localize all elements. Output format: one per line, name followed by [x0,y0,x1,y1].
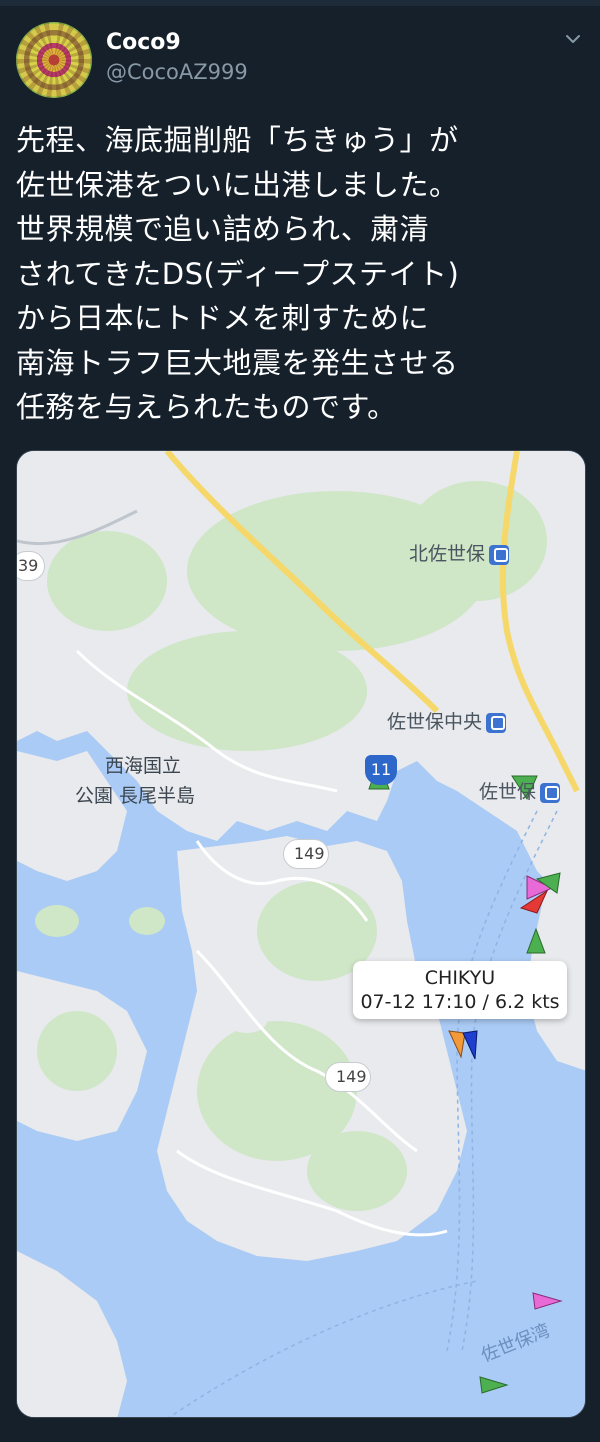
vessel-info: 07-12 17:10 / 6.2 kts [360,991,560,1013]
place-label-sasebo-chuo: 佐世保中央 [387,707,507,734]
avatar[interactable] [16,22,92,98]
place-label-park-line1: 西海国立 [105,755,182,777]
train-station-icon [486,712,507,733]
train-station-icon [540,782,561,803]
route-shield-11: 11 [365,755,397,785]
tweet-text: 先程、海底掘削船「ちきゅう」が 佐世保港をついに出港しました。 世界規模で追い詰… [16,123,460,424]
place-label-park-line2: 公園 長尾半島 [75,785,196,807]
place-label-sasebo: 佐世保 [479,777,561,804]
display-name[interactable]: Coco9 [106,30,181,55]
map-image[interactable]: 北佐世保 佐世保中央 佐世保 西海国立 公園 長尾半島 佐世保湾 39 11 1… [16,450,586,1418]
user-handle[interactable]: @CocoAZ999 [106,60,248,84]
route-shield-149-lower: 149 [325,1062,371,1092]
train-station-icon [489,544,510,565]
place-label-kita-sasebo: 北佐世保 [409,539,510,566]
route-shield-149-upper: 149 [283,839,329,869]
vessel-info-popup[interactable]: CHIKYU 07-12 17:10 / 6.2 kts [353,961,567,1019]
chevron-down-icon[interactable] [564,30,582,48]
vessel-name: CHIKYU [424,967,496,989]
map-canvas [17,451,585,1417]
tweet-header: Coco9 @CocoAZ999 [16,22,584,102]
top-divider [0,0,600,6]
